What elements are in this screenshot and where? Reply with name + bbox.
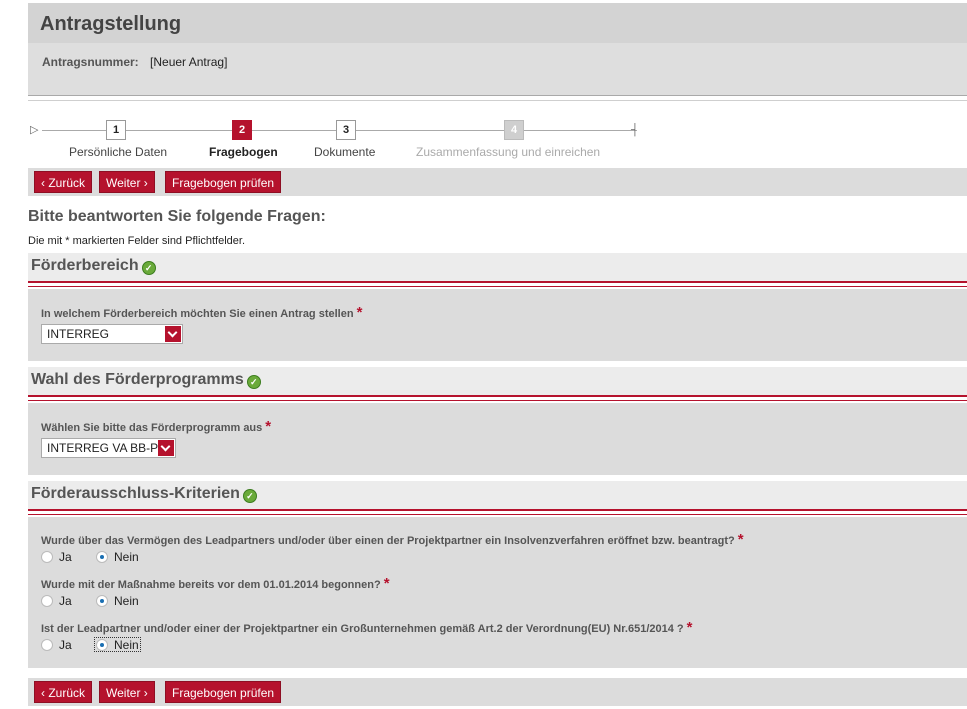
next-button-label: Weiter (106, 176, 141, 190)
section-programm-body: Wählen Sie bitte das Förderprogramm aus *… (28, 403, 967, 475)
radio-ja-3[interactable] (41, 639, 53, 651)
radio-nein-2[interactable] (96, 595, 108, 607)
antragsnummer-label: Antragsnummer: (42, 55, 139, 69)
step-2-box: 2 (232, 120, 252, 140)
required-asterisk: * (383, 575, 390, 592)
step-1-label[interactable]: Persönliche Daten (69, 145, 167, 159)
required-asterisk: * (686, 619, 693, 636)
foerderbereich-select-value: INTERREG (47, 327, 110, 341)
section-ausschluss-header: Förderausschluss-Kriterien ✓ (28, 481, 967, 509)
ausschluss-question-1: Wurde über das Vermögen des Leadpartners… (41, 531, 744, 548)
required-asterisk: * (265, 418, 272, 435)
chevron-down-icon (165, 326, 181, 342)
radio-nein-1-label[interactable]: Nein (114, 550, 139, 564)
header-divider (28, 95, 967, 96)
chevron-left-icon: ‹ (41, 686, 45, 700)
section-programm-header: Wahl des Förderprogramms ✓ (28, 367, 967, 395)
chevron-right-icon: › (143, 176, 148, 190)
back-button-label: Zurück (48, 176, 86, 190)
section-programm-title: Wahl des Förderprogramms ✓ (31, 371, 261, 389)
check-questionnaire-button[interactable]: Fragebogen prüfen (165, 171, 282, 193)
chevron-right-icon: › (143, 686, 148, 700)
step-2-label: Fragebogen (209, 145, 278, 159)
check-circle-icon: ✓ (246, 375, 261, 389)
chevron-down-icon (158, 440, 174, 456)
ausschluss-question-3-text: Ist der Leadpartner und/oder einer der P… (41, 623, 684, 635)
section-rule (28, 281, 967, 283)
bottom-button-bar: ‹ Zurück Weiter › Fragebogen prüfen (28, 678, 967, 706)
check-circle-icon: ✓ (242, 489, 257, 503)
top-button-bar: ‹ Zurück Weiter › Fragebogen prüfen (28, 168, 967, 196)
ausschluss-question-2: Wurde mit der Maßnahme bereits vor dem 0… (41, 575, 390, 592)
programm-question: Wählen Sie bitte das Förderprogramm aus * (41, 418, 271, 435)
section-rule (28, 509, 967, 511)
page-container: Antragstellung Antragsnummer: [Neuer Ant… (28, 0, 967, 709)
step-3-box[interactable]: 3 (336, 120, 356, 140)
radio-ja-1-label[interactable]: Ja (59, 550, 72, 564)
required-asterisk: * (737, 531, 744, 548)
progress-stepper: ▷ ┤ 1 Persönliche Daten 2 Fragebogen 3 D… (28, 118, 967, 166)
radio-ja-3-label[interactable]: Ja (59, 638, 72, 652)
step-4-label: Zusammenfassung und einreichen (416, 145, 601, 159)
radio-ja-2-label[interactable]: Ja (59, 594, 72, 608)
ausschluss-question-2-text: Wurde mit der Maßnahme bereits vor dem 0… (41, 579, 381, 591)
required-asterisk: * (356, 304, 363, 321)
questions-heading: Bitte beantworten Sie folgende Fragen: (28, 208, 326, 225)
ausschluss-question-3: Ist der Leadpartner und/oder einer der P… (41, 619, 692, 636)
ausschluss-question-1-text: Wurde über das Vermögen des Leadpartners… (41, 535, 735, 547)
antragsnummer: Antragsnummer: [Neuer Antrag] (42, 55, 227, 69)
header-divider-light (28, 100, 967, 101)
stepper-end-icon: ┤ (631, 124, 639, 136)
foerderbereich-select[interactable]: INTERREG (41, 324, 183, 344)
antragsnummer-value: [Neuer Antrag] (150, 55, 228, 69)
section-ausschluss-title-text: Förderausschluss-Kriterien (31, 485, 240, 502)
step-1-box[interactable]: 1 (106, 120, 126, 140)
radio-nein-3-label[interactable]: Nein (114, 638, 139, 652)
section-rule-thin (28, 400, 967, 401)
step-4-box: 4 (504, 120, 524, 140)
programm-select[interactable]: INTERREG VA BB-PL (41, 438, 176, 458)
next-button[interactable]: Weiter › (99, 171, 155, 193)
required-fields-note: Die mit * markierten Felder sind Pflicht… (28, 235, 246, 247)
check-questionnaire-button-bottom[interactable]: Fragebogen prüfen (165, 681, 282, 703)
radio-ja-2[interactable] (41, 595, 53, 607)
section-ausschluss-title: Förderausschluss-Kriterien ✓ (31, 485, 257, 503)
check-circle-icon: ✓ (141, 261, 156, 275)
section-foerderbereich-title: Förderbereich ✓ (31, 257, 156, 275)
section-rule-thin (28, 514, 967, 515)
radio-ja-1[interactable] (41, 551, 53, 563)
step-3-label[interactable]: Dokumente (314, 145, 375, 159)
next-button-bottom-label: Weiter (106, 686, 141, 700)
back-button-bottom[interactable]: ‹ Zurück (34, 681, 93, 703)
back-button[interactable]: ‹ Zurück (34, 171, 93, 193)
page-title: Antragstellung (40, 13, 182, 35)
foerderbereich-question-text: In welchem Förderbereich möchten Sie ein… (41, 308, 354, 320)
back-button-bottom-label: Zurück (48, 686, 86, 700)
radio-nein-3[interactable] (96, 639, 108, 651)
section-foerderbereich-title-text: Förderbereich (31, 257, 139, 274)
radio-nein-2-label[interactable]: Nein (114, 594, 139, 608)
radio-nein-1[interactable] (96, 551, 108, 563)
programm-select-value: INTERREG VA BB-PL (47, 441, 165, 455)
section-rule (28, 395, 967, 397)
section-foerderbereich-body: In welchem Förderbereich möchten Sie ein… (28, 289, 967, 361)
section-rule-thin (28, 286, 967, 287)
chevron-left-icon: ‹ (41, 176, 45, 190)
next-button-bottom[interactable]: Weiter › (99, 681, 155, 703)
stepper-start-icon: ▷ (30, 124, 39, 136)
page-header: Antragstellung Antragsnummer: [Neuer Ant… (28, 3, 967, 95)
programm-question-text: Wählen Sie bitte das Förderprogramm aus (41, 422, 263, 434)
section-ausschluss-body: Wurde über das Vermögen des Leadpartners… (28, 517, 967, 668)
foerderbereich-question: In welchem Förderbereich möchten Sie ein… (41, 304, 362, 321)
section-foerderbereich-header: Förderbereich ✓ (28, 253, 967, 281)
section-programm-title-text: Wahl des Förderprogramms (31, 371, 244, 388)
